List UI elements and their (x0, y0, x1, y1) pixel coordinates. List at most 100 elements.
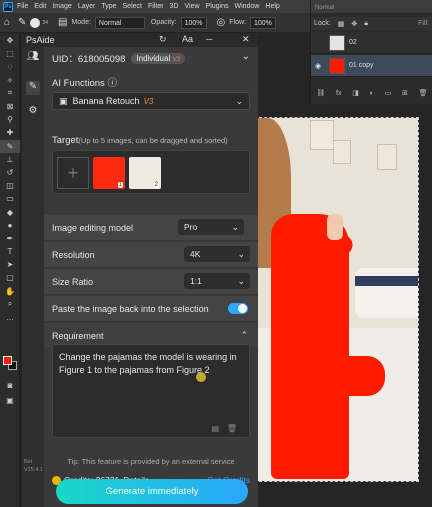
lock-all-icon[interactable]: 🔒︎ (364, 20, 368, 28)
path-select-tool-icon[interactable]: ➤ (0, 258, 20, 271)
brush-settings-icon[interactable]: ▤ (58, 17, 67, 28)
edit-icon[interactable]: ✎ (26, 81, 40, 95)
layers-panel: Normal Lock: ▦ ✥ 🔒︎ Fill: 02 ◉ 01 copy ⛓… (310, 0, 432, 104)
new-layer-icon[interactable]: ⊞ (402, 89, 408, 97)
brush-preset-picker[interactable] (30, 17, 41, 28)
menu-filter[interactable]: Filter (148, 3, 164, 10)
foreground-color-swatch[interactable] (3, 356, 12, 365)
target-image-thumb[interactable]: 1 (93, 157, 125, 189)
brush-tool-icon[interactable]: ✎ (0, 139, 20, 153)
clone-stamp-tool-icon[interactable]: ⊥ (0, 153, 20, 166)
menu-plugins[interactable]: Plugins (206, 3, 229, 10)
menu-help[interactable]: Help (265, 3, 279, 10)
ratio-select[interactable]: 1:1 ⌄ (184, 273, 250, 289)
folder-icon[interactable]: ▭ (385, 89, 392, 97)
gradient-tool-icon[interactable]: ▭ (0, 192, 20, 205)
account-badge[interactable]: Individual V3 (131, 52, 185, 64)
trash-icon[interactable]: 🗑︎ (419, 89, 428, 97)
account-badge-version: V3 (172, 56, 180, 63)
trash-icon[interactable]: 🗑︎ (227, 424, 237, 433)
target-image-thumb[interactable]: 2 (129, 157, 161, 189)
panel-header: PsAide ↻ Aa ─ ✕ (22, 33, 258, 47)
requirement-textarea[interactable]: Change the pajamas the model is wearing … (52, 344, 250, 438)
chevron-down-icon[interactable]: ⌄ (242, 51, 250, 62)
menu-view[interactable]: View (185, 3, 200, 10)
mode-select[interactable]: Normal (94, 16, 145, 29)
eraser-tool-icon[interactable]: ◫ (0, 179, 20, 192)
more-tools-icon[interactable]: … (0, 311, 20, 324)
gear-icon[interactable]: ⚙ (26, 105, 40, 119)
ratio-label: Size Ratio (52, 276, 94, 287)
history-brush-tool-icon[interactable]: ↺ (0, 166, 20, 179)
brush-tool-icon[interactable]: ✎ (18, 17, 26, 28)
layer-lock-row: Lock: ▦ ✥ 🔒︎ Fill: (311, 17, 432, 30)
image-number: 1 (117, 182, 123, 188)
menu-file[interactable]: File (17, 3, 28, 10)
dodge-tool-icon[interactable]: ● (0, 219, 20, 232)
fill-label: Fill: (418, 20, 429, 27)
wall-poster (377, 144, 397, 170)
mask-icon[interactable]: ◨ (352, 89, 359, 97)
chevron-up-icon[interactable]: ⌃ (240, 330, 248, 341)
font-size-icon[interactable]: Aa (182, 34, 193, 44)
flow-field[interactable]: 100% (249, 16, 276, 29)
blend-mode-select[interactable]: Normal (315, 5, 429, 15)
users-icon[interactable]: 👥︎ (26, 51, 40, 65)
layer-row[interactable]: 02 (311, 32, 432, 54)
lock-pixels-icon[interactable]: ▦ (338, 20, 345, 28)
type-tool-icon[interactable]: T (0, 245, 20, 258)
info-icon[interactable]: ⓘ (107, 78, 117, 89)
menu-select[interactable]: Select (123, 3, 142, 10)
lasso-tool-icon[interactable]: ◌ (0, 60, 20, 73)
layer-name: 01 copy (349, 62, 374, 69)
rectangle-tool-icon[interactable]: ▢ (0, 271, 20, 284)
move-tool-icon[interactable]: ✥ (0, 34, 20, 47)
document-image[interactable] (254, 117, 419, 482)
menu-type[interactable]: Type (101, 3, 116, 10)
generate-button[interactable]: Generate immediately (56, 479, 248, 504)
menu-image[interactable]: Image (52, 3, 71, 10)
add-image-button[interactable]: + (57, 157, 89, 189)
hand-tool-icon[interactable]: ✋ (0, 285, 20, 298)
quick-mask-icon[interactable]: ◙ (0, 379, 20, 392)
ai-function-value: Banana Retouch (72, 96, 140, 106)
resolution-select[interactable]: 4K ⌄ (184, 246, 250, 262)
marquee-tool-icon[interactable]: ⬚ (0, 47, 20, 60)
menu-layer[interactable]: Layer (78, 3, 96, 10)
chevron-down-icon: ⌄ (237, 275, 245, 286)
refresh-icon[interactable]: ↻ (159, 34, 167, 45)
adjustment-icon[interactable]: ◐ (370, 90, 374, 97)
opacity-field[interactable]: 100% (180, 16, 207, 29)
paste-back-toggle[interactable] (228, 303, 248, 314)
close-icon[interactable]: ✕ (242, 34, 250, 45)
menu-edit[interactable]: Edit (34, 3, 46, 10)
layer-name: 02 (349, 39, 357, 46)
menu-3d[interactable]: 3D (170, 3, 179, 10)
healing-brush-tool-icon[interactable]: ✚ (0, 126, 20, 139)
lock-label: Lock: (314, 20, 331, 27)
ratio-value: 1:1 (190, 276, 202, 286)
eye-icon[interactable]: ◉ (311, 62, 325, 70)
screen-mode-icon[interactable]: ▣ (0, 394, 20, 407)
history-icon[interactable]: ▤ (211, 424, 219, 433)
minimize-icon[interactable]: ─ (206, 34, 212, 44)
fx-icon[interactable]: fx (336, 90, 341, 97)
ai-function-select[interactable]: ▣ Banana Retouch V3 ⌄ (52, 92, 250, 110)
quick-select-tool-icon[interactable]: ✧ (0, 74, 20, 87)
layer-row[interactable]: ◉ 01 copy (311, 55, 432, 77)
menu-window[interactable]: Window (235, 3, 260, 10)
pressure-opacity-icon[interactable]: ◎ (217, 17, 226, 28)
layer-thumbnail (329, 34, 345, 51)
eyedropper-tool-icon[interactable]: ⚲ (0, 113, 20, 126)
frame-tool-icon[interactable]: ⊠ (0, 100, 20, 113)
link-icon[interactable]: ⛓ (316, 89, 325, 97)
zoom-tool-icon[interactable]: ⌕ (0, 298, 20, 311)
target-label: Target (52, 135, 79, 146)
crop-tool-icon[interactable]: ⌗ (0, 87, 20, 100)
model-select[interactable]: Pro ⌄ (178, 219, 244, 235)
home-icon[interactable]: ⌂ (4, 17, 10, 28)
lock-position-icon[interactable]: ✥ (351, 20, 357, 28)
blur-tool-icon[interactable]: ◆ (0, 205, 20, 218)
photoshop-logo-icon[interactable]: Ps (3, 1, 13, 12)
pen-tool-icon[interactable]: ✒ (0, 232, 20, 245)
